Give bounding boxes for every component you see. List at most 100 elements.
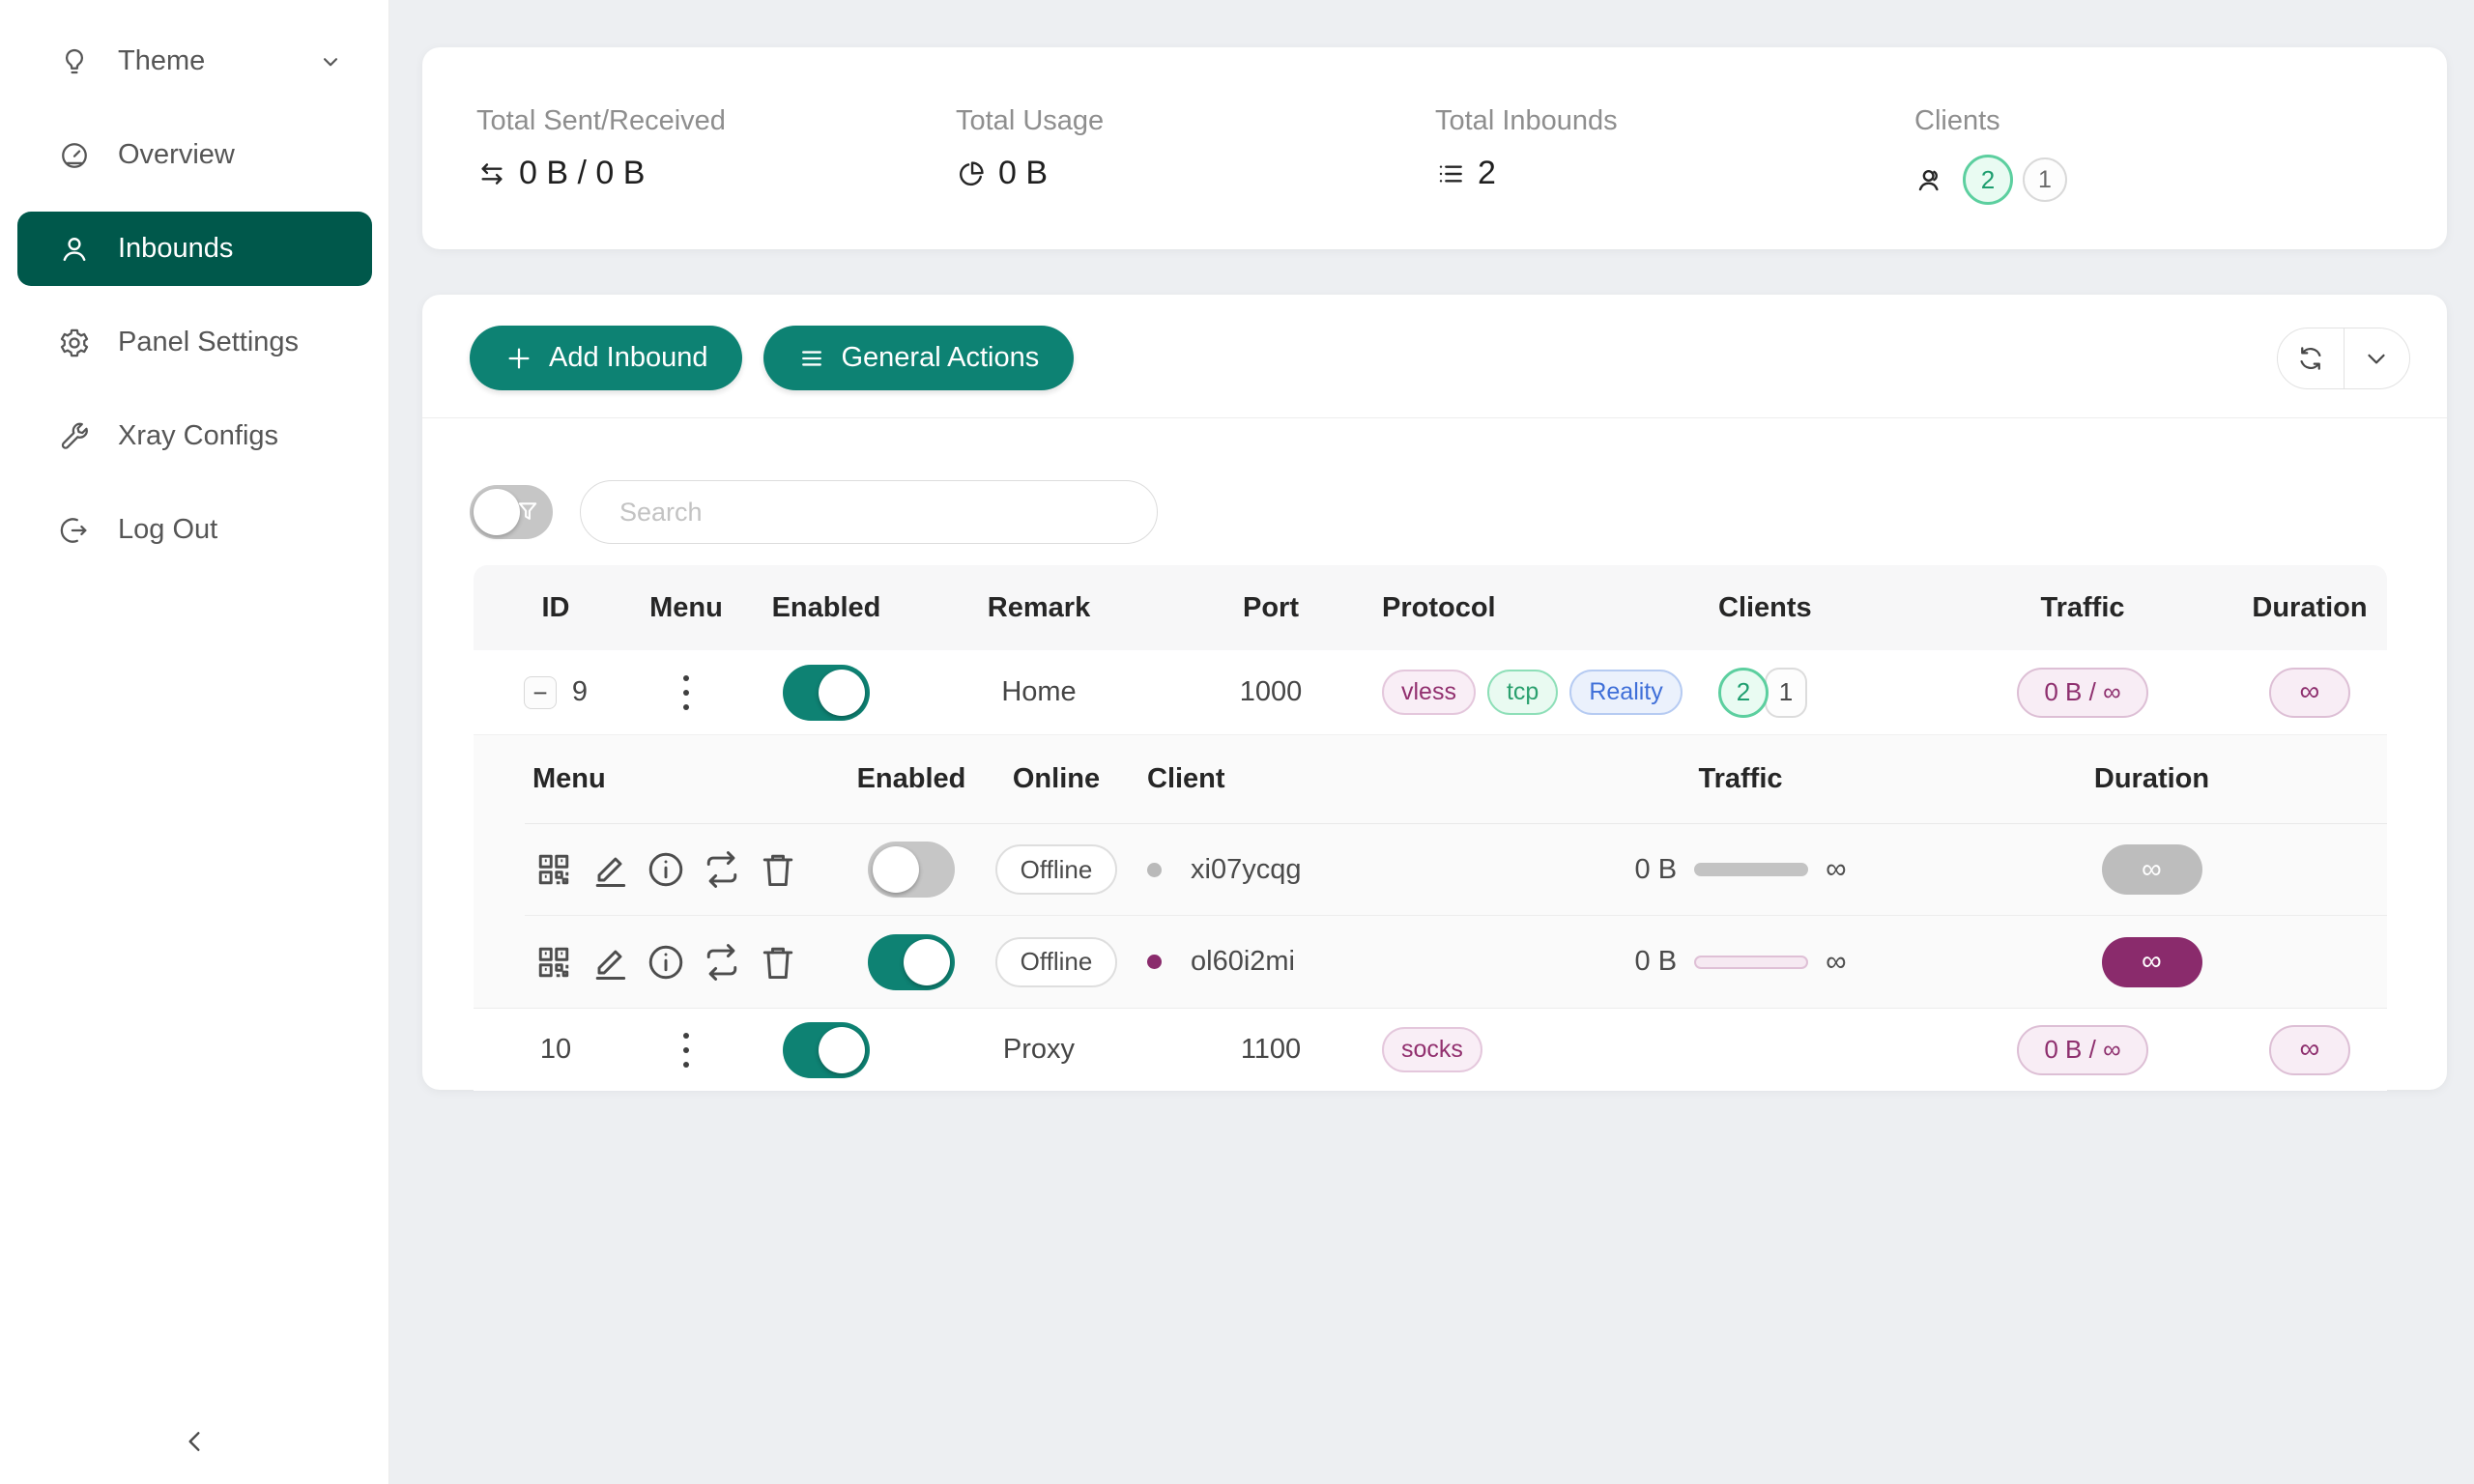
chevron-left-icon — [180, 1426, 211, 1457]
app-root: Theme Overview Inbounds Panel Settings — [0, 0, 2474, 1484]
person-icon — [58, 233, 91, 266]
gear-icon — [58, 327, 91, 359]
sidebar-item-log-out[interactable]: Log Out — [17, 493, 372, 567]
add-inbound-button[interactable]: Add Inbound — [470, 326, 742, 390]
sidebar-item-inbounds[interactable]: Inbounds — [17, 212, 372, 286]
gauge-icon — [58, 139, 91, 172]
expanded-clients-section: Menu Enabled Online Client Traffic Durat… — [474, 735, 2387, 1009]
chevron-down-icon — [2362, 344, 2391, 373]
pie-chart-icon — [956, 158, 987, 189]
sidebar-item-label: Xray Configs — [118, 420, 278, 452]
col-header-clients: Clients — [1701, 592, 1812, 624]
reset-traffic-icon[interactable] — [701, 941, 743, 984]
people-icon — [1914, 164, 1945, 195]
stat-label: Total Usage — [956, 105, 1435, 137]
search-row — [470, 480, 1158, 544]
sidebar-item-overview[interactable]: Overview — [17, 118, 372, 192]
plus-icon — [504, 344, 533, 373]
table-row: − 9 Home 1000 vless tcp Reality 2 1 0 B … — [474, 650, 2387, 735]
inbounds-table: ID Menu Enabled Remark Port Protocol Cli… — [474, 565, 2387, 1091]
stat-label: Total Sent/Received — [476, 105, 956, 137]
col-header-id: ID — [542, 592, 570, 624]
traffic-limit: ∞ — [1826, 853, 1846, 886]
sub-col-header-menu: Menu — [525, 763, 606, 795]
row-id: 9 — [572, 676, 588, 708]
client-name: ol60i2mi — [1191, 946, 1295, 978]
col-header-remark: Remark — [988, 592, 1090, 624]
lightbulb-icon — [58, 45, 91, 78]
traffic-limit: ∞ — [1826, 946, 1846, 979]
duration-pill: ∞ — [2102, 937, 2202, 987]
sidebar-item-theme[interactable]: Theme — [17, 24, 372, 99]
row-enabled-toggle[interactable] — [783, 665, 870, 721]
duration-pill: ∞ — [2269, 668, 2351, 718]
row-port: 1100 — [1241, 1034, 1301, 1066]
qrcode-icon[interactable] — [532, 848, 575, 891]
qrcode-icon[interactable] — [532, 941, 575, 984]
col-header-port: Port — [1243, 592, 1299, 624]
sidebar-item-label: Panel Settings — [118, 327, 299, 358]
clients-online-badge: 2 — [1718, 668, 1769, 718]
logout-icon — [58, 514, 91, 547]
client-color-dot — [1147, 863, 1162, 877]
sidebar-item-xray-configs[interactable]: Xray Configs — [17, 399, 372, 473]
protocol-tag: vless — [1382, 670, 1476, 715]
clients-total-badge: 1 — [1765, 668, 1807, 718]
sub-col-header-online: Online — [1013, 763, 1100, 795]
client-enabled-toggle[interactable] — [868, 842, 955, 898]
table-row: 10 Proxy 1100 socks 0 B / ∞ ∞ — [474, 1009, 2387, 1091]
client-row: Offline ol60i2mi 0 B ∞ ∞ — [525, 916, 2387, 1008]
online-status-badge: Offline — [995, 844, 1118, 895]
funnel-icon — [513, 498, 542, 527]
col-header-protocol: Protocol — [1382, 592, 1496, 624]
client-row: Offline xi07ycqg 0 B ∞ ∞ — [525, 824, 2387, 916]
info-icon[interactable] — [645, 941, 687, 984]
sidebar-item-panel-settings[interactable]: Panel Settings — [17, 305, 372, 380]
hamburger-icon — [798, 345, 825, 372]
row-menu-button[interactable] — [674, 1027, 699, 1073]
protocol-tag: Reality — [1569, 670, 1682, 715]
dropdown-button[interactable] — [2345, 328, 2410, 388]
delete-icon[interactable] — [757, 941, 799, 984]
divider — [422, 417, 2447, 418]
row-remark: Home — [1001, 676, 1076, 708]
stat-clients: Clients 2 1 — [1914, 105, 2394, 249]
collapse-row-button[interactable]: − — [524, 676, 557, 709]
row-port: 1000 — [1240, 676, 1303, 708]
info-icon[interactable] — [645, 848, 687, 891]
reset-traffic-icon[interactable] — [701, 848, 743, 891]
toolbar: Add Inbound General Actions — [470, 326, 2410, 390]
stat-value: 2 — [1478, 155, 1496, 192]
general-actions-button[interactable]: General Actions — [763, 326, 1074, 390]
online-status-badge: Offline — [995, 937, 1118, 987]
search-input[interactable] — [580, 480, 1158, 544]
client-color-dot — [1147, 955, 1162, 969]
traffic-progress-bar — [1694, 863, 1808, 876]
row-menu-button[interactable] — [674, 670, 699, 716]
traffic-used: 0 B — [1635, 854, 1678, 886]
stat-label: Total Inbounds — [1435, 105, 1914, 137]
col-header-enabled: Enabled — [772, 592, 881, 624]
chevron-down-icon — [318, 49, 343, 74]
clients-online-badge: 2 — [1963, 155, 2013, 205]
duration-pill: ∞ — [2269, 1025, 2351, 1075]
client-enabled-toggle[interactable] — [868, 934, 955, 990]
edit-icon[interactable] — [589, 941, 631, 984]
row-enabled-toggle[interactable] — [783, 1022, 870, 1078]
delete-icon[interactable] — [757, 848, 799, 891]
stat-value: 0 B — [998, 155, 1048, 192]
list-icon — [1435, 158, 1466, 189]
refresh-button-group — [2277, 328, 2410, 389]
edit-icon[interactable] — [589, 848, 631, 891]
stat-label: Clients — [1914, 105, 2394, 137]
table-header-row: ID Menu Enabled Remark Port Protocol Cli… — [474, 565, 2387, 650]
refresh-button[interactable] — [2278, 328, 2345, 388]
stats-card: Total Sent/Received 0 B / 0 B Total Usag… — [422, 47, 2447, 249]
filter-toggle[interactable] — [470, 485, 553, 539]
wrench-icon — [58, 420, 91, 453]
clients-total-badge: 1 — [2023, 157, 2067, 202]
row-remark: Proxy — [1003, 1034, 1075, 1066]
sidebar-item-label: Overview — [118, 139, 235, 171]
swap-arrows-icon — [476, 158, 507, 189]
sidebar-collapse-button[interactable] — [172, 1418, 218, 1465]
